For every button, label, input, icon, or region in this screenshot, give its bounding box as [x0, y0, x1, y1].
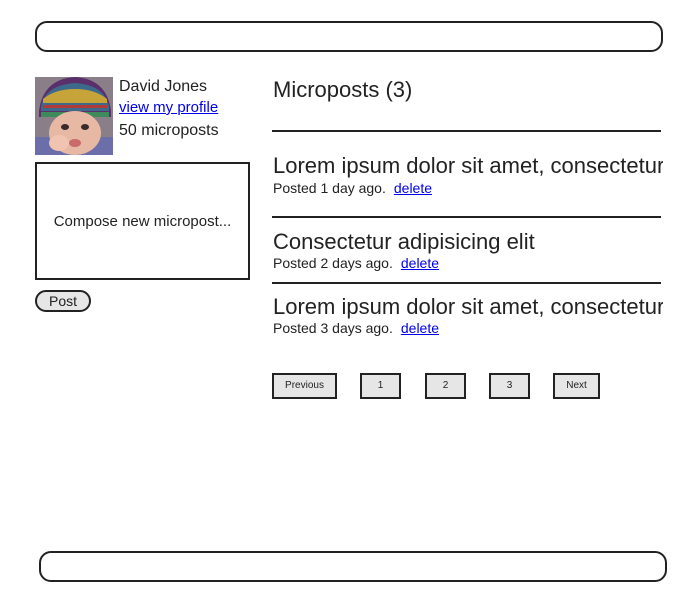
micropost-content: Lorem ipsum dolor sit amet, consectetur: [273, 153, 663, 178]
micropost-meta: Posted 2 days ago. delete: [273, 254, 439, 272]
pagination-next-button[interactable]: Next: [553, 373, 600, 399]
view-profile-link[interactable]: view my profile: [119, 99, 218, 117]
micropost-content: Consectetur adipisicing elit: [273, 229, 535, 254]
divider: [272, 130, 661, 132]
divider: [272, 216, 661, 218]
compose-placeholder: Compose new micropost...: [53, 212, 232, 230]
pagination-page-1[interactable]: 1: [360, 373, 401, 399]
avatar: [35, 77, 113, 155]
footer-bar: [39, 551, 667, 582]
user-name: David Jones: [119, 78, 208, 95]
micropost-meta: Posted 1 day ago. delete: [273, 179, 432, 197]
micropost-timestamp: Posted 3 days ago.: [273, 320, 393, 336]
post-button[interactable]: Post: [35, 290, 91, 312]
pagination-previous-button[interactable]: Previous: [272, 373, 337, 399]
micropost-count: 50 microposts: [119, 122, 219, 139]
compose-micropost-field[interactable]: Compose new micropost...: [35, 162, 250, 280]
delete-link[interactable]: delete: [394, 180, 432, 196]
divider: [272, 282, 661, 284]
delete-link[interactable]: delete: [401, 255, 439, 271]
header-bar: [35, 21, 663, 52]
delete-link[interactable]: delete: [401, 320, 439, 336]
micropost-timestamp: Posted 2 days ago.: [273, 255, 393, 271]
pagination-page-3[interactable]: 3: [489, 373, 530, 399]
avatar-image: [35, 77, 113, 155]
micropost-content: Lorem ipsum dolor sit amet, consectetur: [273, 294, 663, 319]
feed-title: Microposts (3): [273, 77, 413, 102]
pagination-page-2[interactable]: 2: [425, 373, 466, 399]
micropost-meta: Posted 3 days ago. delete: [273, 319, 439, 337]
micropost-timestamp: Posted 1 day ago.: [273, 180, 386, 196]
